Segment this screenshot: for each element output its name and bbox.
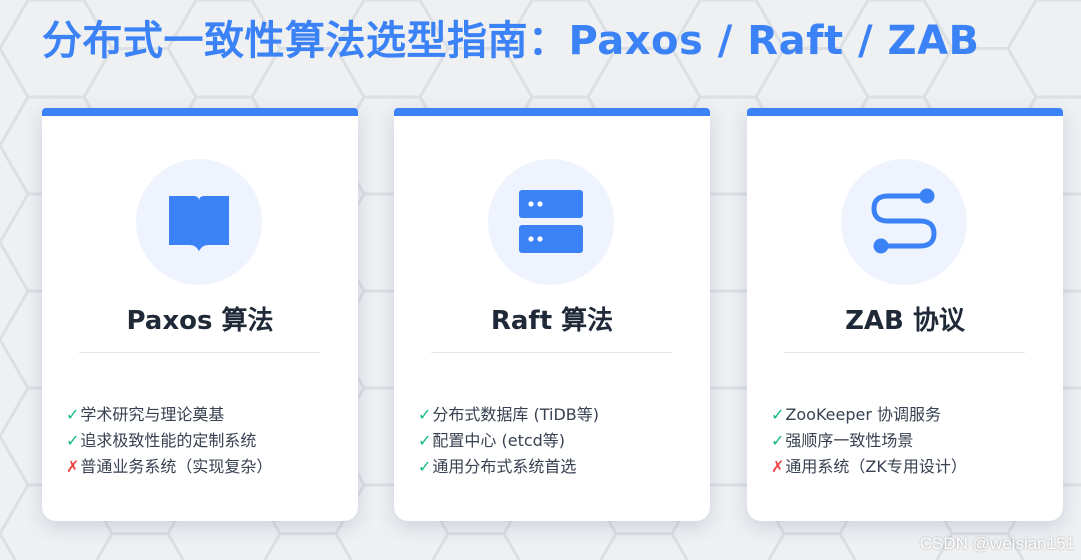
card-paxos: Paxos 算法 ✓学术研究与理论奠基 ✓追求极致性能的定制系统 ✗普通业务系统… xyxy=(42,108,358,521)
list-item: ✓配置中心 (etcd等) xyxy=(418,428,599,454)
cross-icon: ✗ xyxy=(66,457,80,476)
check-icon: ✓ xyxy=(771,431,785,450)
list-item: ✓追求极致性能的定制系统 xyxy=(66,428,272,454)
feature-text: 学术研究与理论奠基 xyxy=(80,405,225,424)
divider xyxy=(784,352,1025,353)
list-item: ✓强顺序一致性场景 xyxy=(771,428,967,454)
feature-list: ✓ZooKeeper 协调服务 ✓强顺序一致性场景 ✗通用系统（ZK专用设计） xyxy=(771,402,967,480)
card-title: ZAB 协议 xyxy=(845,306,965,336)
feature-text: 通用系统（ZK专用设计） xyxy=(785,457,967,476)
list-item: ✗通用系统（ZK专用设计） xyxy=(771,454,967,480)
page-title: 分布式一致性算法选型指南：Paxos / Raft / ZAB xyxy=(42,18,980,64)
list-item: ✗普通业务系统（实现复杂） xyxy=(66,454,272,480)
feature-list: ✓学术研究与理论奠基 ✓追求极致性能的定制系统 ✗普通业务系统（实现复杂） xyxy=(66,402,272,480)
icon-circle xyxy=(136,159,262,285)
list-item: ✓学术研究与理论奠基 xyxy=(66,402,272,428)
feature-text: ZooKeeper 协调服务 xyxy=(785,405,941,424)
feature-text: 强顺序一致性场景 xyxy=(785,431,914,450)
card-raft: Raft 算法 ✓分布式数据库 (TiDB等) ✓配置中心 (etcd等) ✓通… xyxy=(394,108,710,521)
divider xyxy=(79,352,320,353)
check-icon: ✓ xyxy=(66,405,80,424)
route-icon xyxy=(871,188,937,254)
cross-icon: ✗ xyxy=(771,457,785,476)
list-item: ✓ZooKeeper 协调服务 xyxy=(771,402,967,428)
divider xyxy=(431,352,672,353)
check-icon: ✓ xyxy=(418,457,432,476)
feature-text: 追求极致性能的定制系统 xyxy=(80,431,257,450)
feature-text: 分布式数据库 (TiDB等) xyxy=(432,405,600,424)
feature-text: 配置中心 (etcd等) xyxy=(432,431,566,450)
server-icon xyxy=(519,190,583,253)
check-icon: ✓ xyxy=(418,431,432,450)
card-title: Paxos 算法 xyxy=(126,306,274,336)
card-title: Raft 算法 xyxy=(490,306,614,336)
check-icon: ✓ xyxy=(66,431,80,450)
feature-text: 普通业务系统（实现复杂） xyxy=(80,457,273,476)
check-icon: ✓ xyxy=(418,405,432,424)
watermark: CSDN @weisian151 xyxy=(919,534,1075,553)
book-icon xyxy=(169,196,229,251)
icon-circle xyxy=(841,159,967,285)
feature-list: ✓分布式数据库 (TiDB等) ✓配置中心 (etcd等) ✓通用分布式系统首选 xyxy=(418,402,599,480)
list-item: ✓分布式数据库 (TiDB等) xyxy=(418,402,599,428)
card-zab: ZAB 协议 ✓ZooKeeper 协调服务 ✓强顺序一致性场景 ✗通用系统（Z… xyxy=(747,108,1063,521)
check-icon: ✓ xyxy=(771,405,785,424)
feature-text: 通用分布式系统首选 xyxy=(432,457,577,476)
list-item: ✓通用分布式系统首选 xyxy=(418,454,599,480)
icon-circle xyxy=(488,159,614,285)
